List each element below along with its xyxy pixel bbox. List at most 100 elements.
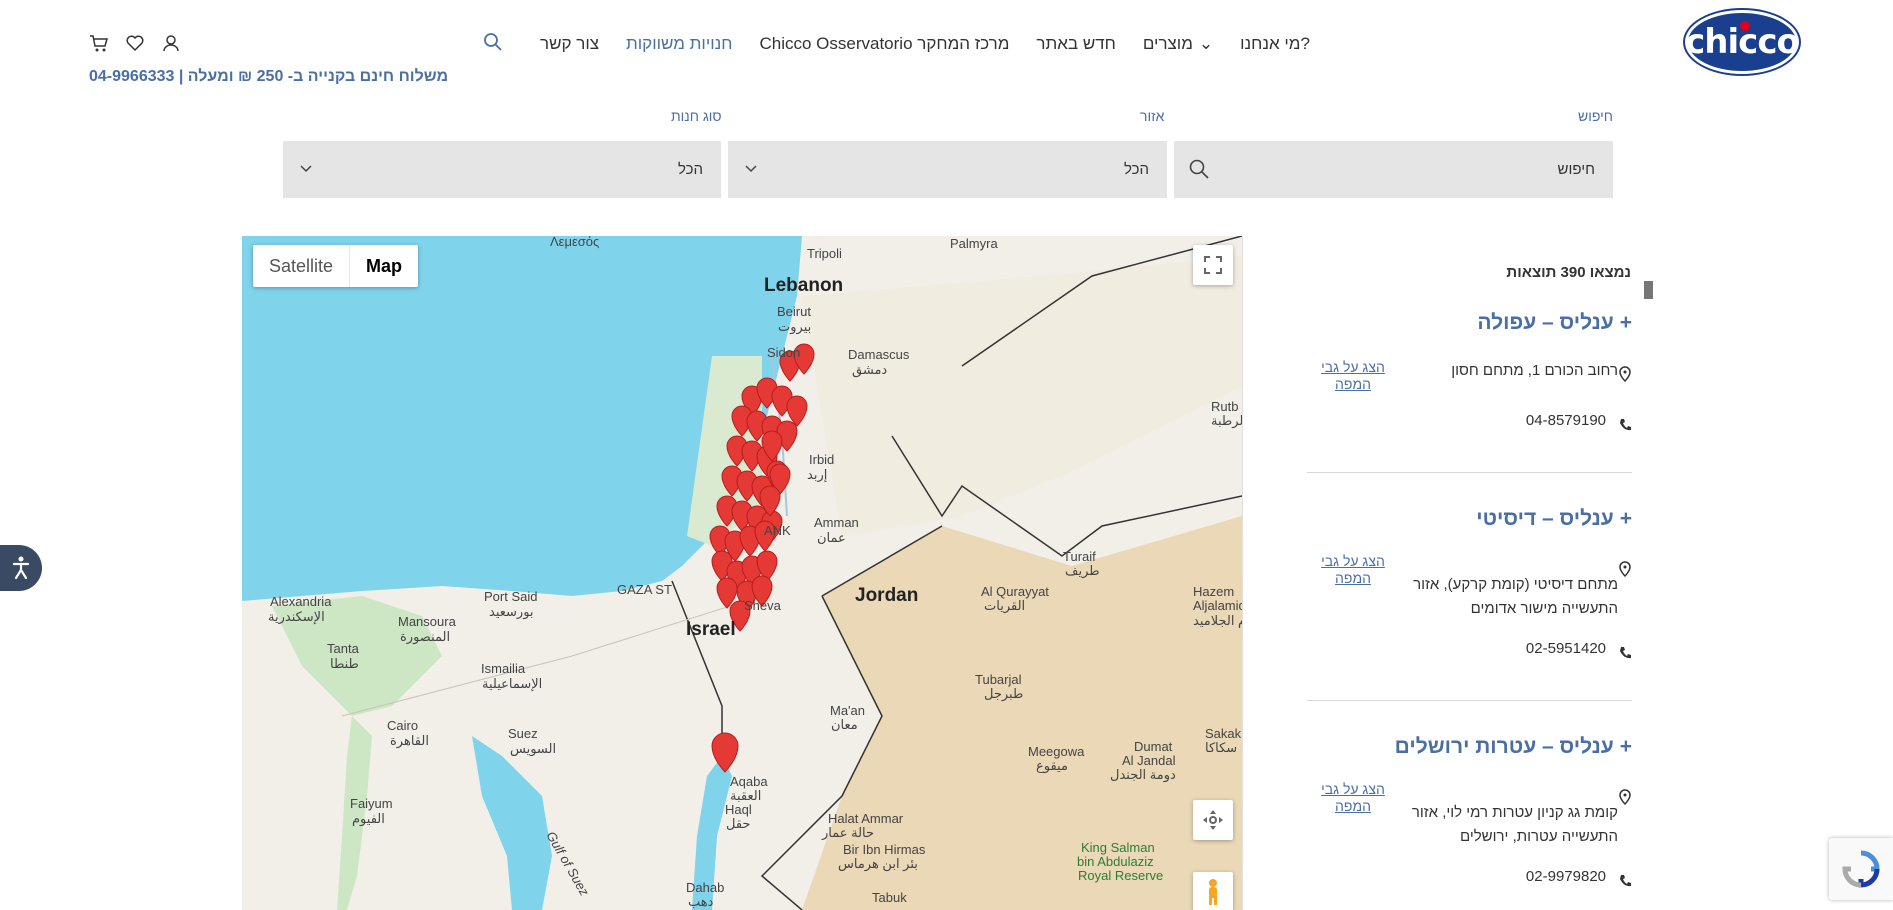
map-label: Tanta: [327, 641, 359, 656]
plus-icon: +: [1619, 311, 1632, 334]
store-type-label: סוג חנות: [671, 108, 722, 124]
store-name[interactable]: +ענליס – דיסיטי: [1476, 507, 1632, 531]
map-label: Meegowa: [1028, 744, 1085, 759]
map-label: King Salman: [1081, 840, 1155, 855]
map-label: Haql: [725, 802, 752, 817]
phone-icon: [1620, 419, 1631, 431]
divider: [1307, 700, 1632, 701]
recaptcha-badge[interactable]: [1829, 838, 1893, 900]
region-select[interactable]: הכל: [728, 141, 1167, 198]
chevron-down-icon: [300, 165, 312, 173]
pegman-icon: [1209, 879, 1217, 905]
scrollbar[interactable]: [1644, 281, 1653, 299]
map-label: حقل: [726, 816, 751, 831]
chicco-logo[interactable]: chicco: [1685, 10, 1800, 74]
store-phone[interactable]: 04-8579190: [1526, 412, 1606, 429]
map-label: Halat Ammar: [828, 811, 904, 826]
map-label: Royal Reserve: [1078, 868, 1164, 883]
nav-products[interactable]: מוצרים ⌄: [1143, 34, 1213, 54]
map-label: Ismailia: [481, 661, 526, 676]
map-label: بورسعيد: [489, 604, 534, 619]
map-label: Palmyra: [950, 236, 998, 251]
show-on-map-link[interactable]: הצג על גבי המפה: [1318, 781, 1388, 815]
store-map[interactable]: Palmyra Λεμεσός Tripoli Lebanon Beirut ب…: [242, 236, 1242, 910]
map-label: ميقوع: [1036, 758, 1068, 773]
map-label: بئر ابن هرماس: [838, 856, 918, 871]
map-label: Tabuk: [872, 890, 907, 905]
accessibility-button[interactable]: [0, 545, 42, 591]
map-label: السويس: [510, 741, 557, 756]
camera-control-icon: [1203, 810, 1223, 830]
map-label: Sidon: [767, 345, 801, 360]
store-address: רחוב הכורם 1, מתחם חסון: [1451, 362, 1618, 379]
map-label: Al Jandal: [1122, 753, 1176, 768]
nav-about[interactable]: מי אנחנו?: [1240, 34, 1310, 54]
map-label: GAZA ST: [617, 582, 672, 597]
map-label: المنصورة: [400, 629, 451, 644]
map-label: Suez: [508, 726, 538, 741]
store-name[interactable]: +ענליס – עפולה: [1477, 311, 1632, 335]
camera-control-button[interactable]: [1193, 800, 1233, 840]
store-phone[interactable]: 02-9979820: [1526, 868, 1606, 885]
map-label: Cairo: [387, 718, 419, 733]
map-label: العقبة: [730, 788, 762, 803]
map-label: حزم الجلاميد: [1193, 613, 1242, 628]
map-label: طبرجل: [984, 686, 1024, 701]
search-input[interactable]: חיפוש: [1174, 141, 1613, 198]
map-label: طنطا: [330, 656, 359, 671]
store-name[interactable]: +ענליס – עטרות ירושלים: [1395, 735, 1632, 759]
nav-new[interactable]: חדש באתר: [1036, 34, 1115, 54]
search-icon[interactable]: [483, 32, 503, 52]
map-label: إربد: [807, 467, 828, 482]
heart-icon[interactable]: [125, 33, 145, 53]
phone-icon: [1620, 647, 1631, 659]
map-label: القاهرة: [390, 733, 429, 748]
map-label: طريف: [1065, 563, 1100, 578]
store-phone[interactable]: 02-5951420: [1526, 640, 1606, 657]
map-label: Lebanon: [764, 275, 844, 296]
search-icon: [1189, 159, 1209, 179]
map-label: الفيوم: [352, 811, 385, 826]
plus-icon: +: [1619, 507, 1632, 530]
map-label: بيروت: [778, 319, 812, 334]
main-nav: מי אנחנו? מוצרים ⌄ חדש באתר Chicco Osserv…: [540, 30, 1310, 58]
map-label: Rutb: [1211, 399, 1239, 414]
map-label: الإسماعيلية: [482, 676, 543, 691]
site-header: chicco מי אנחנו? מוצרים ⌄ חדש באתר Chicco…: [0, 0, 1893, 95]
show-on-map-link[interactable]: הצג על גבי המפה: [1318, 359, 1388, 393]
map-label: Dahab: [686, 880, 725, 895]
chevron-down-icon: [745, 165, 757, 173]
map-label: Port Said: [484, 589, 538, 604]
search-label: חיפוש: [1578, 108, 1613, 124]
nav-stores[interactable]: חנויות משווקות: [626, 34, 732, 54]
fullscreen-button[interactable]: [1193, 245, 1233, 285]
nav-contact[interactable]: צור קשר: [540, 34, 599, 54]
map-label: Al Qurayyat: [981, 584, 1049, 599]
divider: [1307, 472, 1632, 473]
street-view-button[interactable]: [1193, 872, 1233, 910]
map-button[interactable]: Map: [350, 245, 418, 287]
satellite-button[interactable]: Satellite: [253, 245, 351, 287]
map-label: Beirut: [777, 304, 811, 319]
map-label: Alexandria: [270, 594, 332, 609]
map-label: الإسكندرية: [268, 609, 325, 624]
search-placeholder: חיפוש: [1557, 161, 1595, 178]
store-type-select[interactable]: הכל: [283, 141, 721, 198]
map-type-toggle: Satellite Map: [253, 245, 419, 287]
map-label: Tubarjal: [975, 672, 1022, 687]
map-label: Tripoli: [807, 246, 842, 261]
map-label: Irbid: [809, 452, 835, 467]
store-address: קומת גג קניון עטרות רמי לוי, אזור התעשיי…: [1411, 804, 1618, 845]
user-icon[interactable]: [161, 33, 181, 53]
cart-icon[interactable]: [89, 33, 109, 53]
show-on-map-link[interactable]: הצג על גבי המפה: [1318, 553, 1388, 587]
map-label: Λεμεσός: [550, 236, 600, 249]
nav-osservatorio[interactable]: Chicco Osservatorio מרכז המחקר: [759, 34, 1009, 54]
shipping-promo: משלוח חינם בקנייה ב- 250 ₪ ומעלה | 04-99…: [89, 68, 449, 85]
map-label: عمان: [817, 530, 846, 545]
map-label: Aqaba: [730, 774, 768, 789]
map-label: Jordan: [855, 585, 919, 606]
results-count: נמצאו 390 תוצאות: [1506, 264, 1631, 281]
map-label: bin Abdulaziz: [1077, 854, 1154, 869]
results-panel: נמצאו 390 תוצאות +ענליס – עפולה רחוב הכו…: [1242, 236, 1653, 910]
